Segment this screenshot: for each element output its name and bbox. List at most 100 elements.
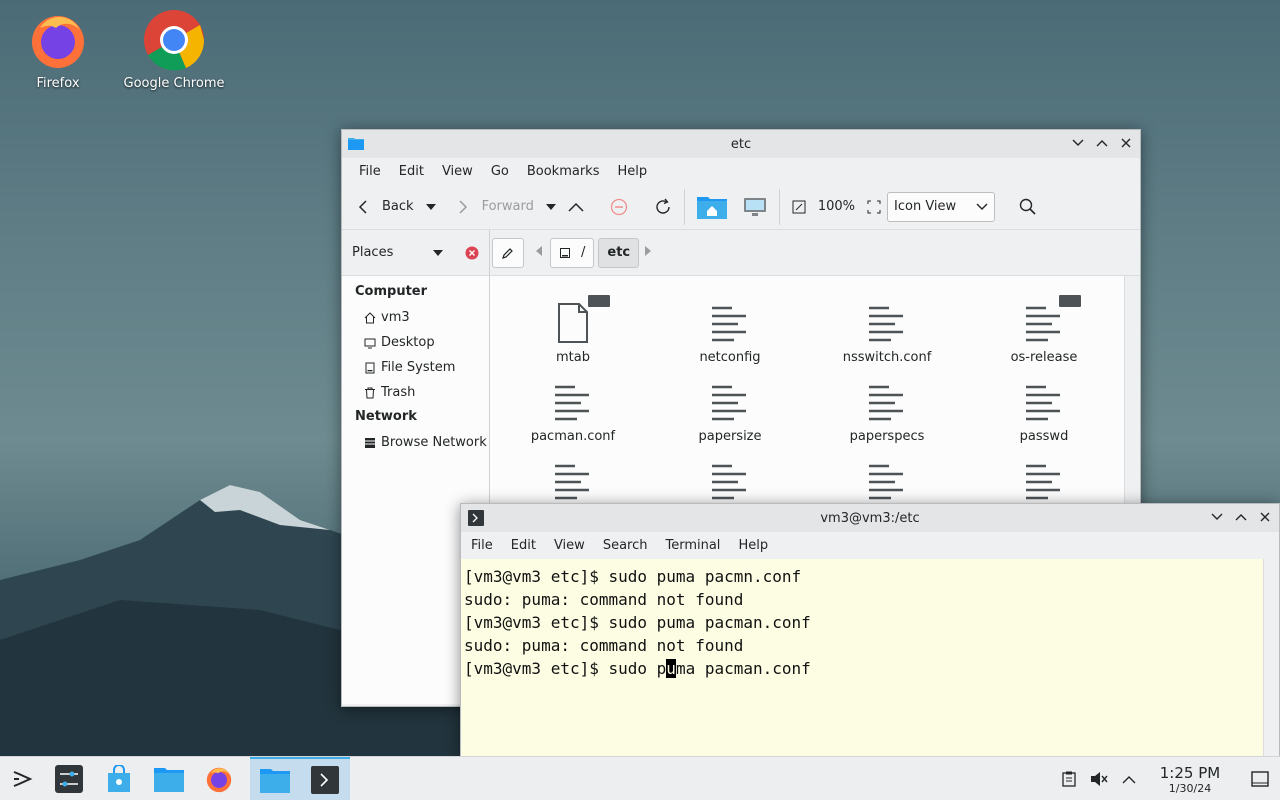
store-bag-icon [108,764,130,792]
file-item[interactable]: mtab [498,294,648,365]
sidebar-item-browse-network[interactable]: Browse Network [342,430,489,455]
taskbar-task-file-manager[interactable] [250,756,300,800]
forward-history-dropdown[interactable] [540,191,562,223]
taskbar-task-terminal[interactable] [300,756,350,800]
zoom-expand-icon [867,200,881,213]
reload-icon [656,198,670,214]
show-desktop-button[interactable] [1240,757,1280,800]
taskbar-file-manager-launcher[interactable] [144,757,194,800]
terminal-titlebar[interactable]: vm3@vm3:/etc [461,504,1279,532]
terminal-input-after-cursor: ma pacman.conf [675,659,811,678]
desktop-icon-firefox[interactable]: Firefox [3,8,113,91]
up-button[interactable] [562,191,590,223]
text-file-icon [863,300,911,348]
text-file-icon [863,458,911,506]
file-name: paperspecs [849,429,925,444]
volume-button[interactable] [1084,757,1114,800]
breadcrumb-root[interactable]: / [550,237,595,268]
terminal-scrollbar[interactable] [1263,559,1279,758]
text-file-icon [1020,458,1068,506]
taskbar-firefox[interactable] [194,757,244,800]
back-label: Back [382,199,414,214]
back-history-dropdown[interactable] [420,191,442,223]
file-item[interactable]: os-release [969,294,1119,365]
menu-edit[interactable]: Edit [390,164,433,179]
view-mode-value: Icon View [894,199,957,214]
clipboard-button[interactable] [1054,757,1084,800]
minimize-button[interactable] [1070,135,1086,151]
file-item[interactable]: papersize [655,379,805,444]
taskbar-system-settings[interactable] [44,757,94,800]
window-title: vm3@vm3:/etc [820,510,920,526]
file-manager-titlebar[interactable]: etc [342,130,1140,158]
maximize-button[interactable] [1233,509,1249,525]
maximize-button[interactable] [1094,135,1110,151]
menu-help[interactable]: Help [608,164,656,179]
system-tray: 1:25 PM 1/30/24 [1054,757,1280,800]
desktop-icon-chrome[interactable]: Google Chrome [119,8,229,91]
file-item[interactable] [498,458,648,508]
menu-file[interactable]: File [462,538,502,553]
menu-view[interactable]: View [433,164,482,179]
text-file-icon [549,458,597,506]
file-item[interactable]: nsswitch.conf [812,300,962,365]
reload-button[interactable] [648,191,678,223]
file-item[interactable]: netconfig [655,300,805,365]
menu-search[interactable]: Search [594,538,657,553]
back-button[interactable]: Back [352,191,420,223]
taskbar-discover[interactable] [94,757,144,800]
sidebar-item-desktop[interactable]: Desktop [342,330,489,355]
zoom-out-button[interactable] [786,191,812,223]
file-item[interactable] [969,458,1119,508]
file-item[interactable] [812,458,962,508]
crumb-scroll-right[interactable] [645,245,655,260]
crumb-scroll-left[interactable] [536,245,546,260]
sidebar-heading-network: Network [355,409,417,424]
menu-file[interactable]: File [350,164,390,179]
taskbar: 1:25 PM 1/30/24 [0,756,1280,800]
menu-go[interactable]: Go [482,164,518,179]
sidebar-item-vm3[interactable]: vm3 [342,305,489,330]
close-panel-icon[interactable] [465,246,479,260]
file-item[interactable] [655,458,805,508]
text-file-icon [1020,379,1068,427]
menu-edit[interactable]: Edit [502,538,545,553]
menu-view[interactable]: View [545,538,594,553]
sidebar-item-trash[interactable]: Trash [342,380,489,405]
clock[interactable]: 1:25 PM 1/30/24 [1152,764,1228,795]
menu-terminal[interactable]: Terminal [656,538,729,553]
menu-help[interactable]: Help [729,538,777,553]
breadcrumb-current[interactable]: etc [598,237,640,268]
terminal-line: sudo: puma: command not found [464,636,744,655]
close-button[interactable] [1118,135,1134,151]
sidebar-heading-computer: Computer [355,284,428,299]
home-button[interactable] [691,191,733,223]
text-file-icon [1020,294,1082,348]
volume-muted-icon [1091,772,1108,786]
close-button[interactable] [1257,509,1273,525]
launcher-icon [13,770,33,787]
application-launcher-button[interactable] [0,757,44,800]
menu-bookmarks[interactable]: Bookmarks [518,164,609,179]
edit-path-button[interactable] [492,237,524,268]
toolbar-separator [683,188,685,225]
terminal-output[interactable]: [vm3@vm3 etc]$ sudo puma pacmn.conf sudo… [461,559,1265,758]
file-name: os-release [1010,350,1078,365]
file-item[interactable]: pacman.conf [498,379,648,444]
view-mode-select[interactable]: Icon View [887,191,996,222]
desktop-button[interactable] [737,191,773,223]
terminal-menubar: File Edit View Search Terminal Help [461,532,1279,558]
chevron-down-icon [976,203,988,210]
places-dropdown-icon[interactable] [433,249,443,256]
desktop-icon-label: Google Chrome [123,76,225,91]
zoom-in-button[interactable] [861,191,887,223]
minimize-button[interactable] [1209,509,1225,525]
forward-button[interactable]: Forward [452,191,540,223]
search-button[interactable] [1013,191,1043,223]
stop-button[interactable] [604,191,634,223]
sidebar-item-file-system[interactable]: File System [342,355,489,380]
file-item[interactable]: passwd [969,379,1119,444]
file-item[interactable]: paperspecs [812,379,962,444]
window-title: etc [730,136,752,152]
tray-expand-button[interactable] [1114,757,1144,800]
